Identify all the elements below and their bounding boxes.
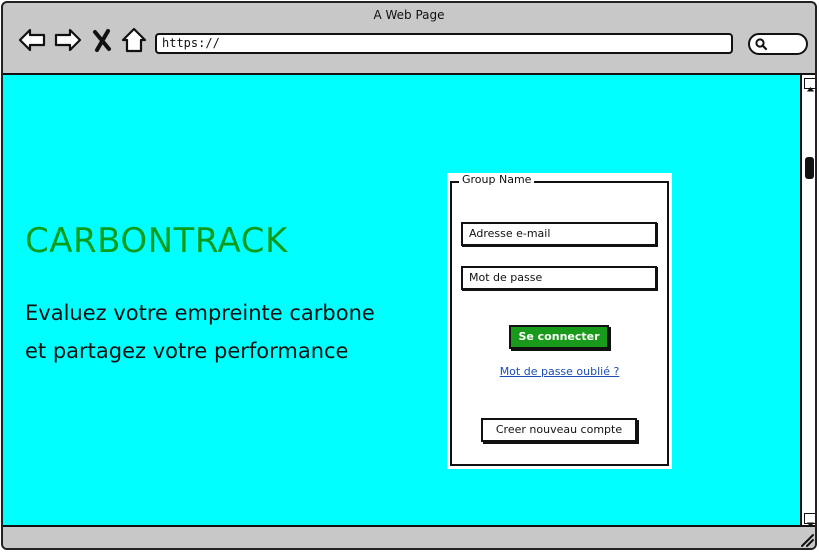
tagline-line-2: et partagez votre performance (25, 339, 349, 363)
page-content: CARBONTRACK Evaluez votre empreinte carb… (3, 73, 800, 525)
group-name-label: Group Name (459, 173, 535, 186)
triangle-up-icon (806, 87, 815, 92)
close-icon[interactable] (89, 25, 115, 55)
forgot-password-link[interactable]: Mot de passe oublié ? (447, 365, 672, 378)
browser-window: A Web Page https:// CARBONTRACK Evaluez … (1, 1, 817, 550)
vertical-scrollbar[interactable] (800, 73, 815, 527)
email-field[interactable]: Adresse e-mail (461, 222, 657, 246)
login-panel: Group Name Adresse e-mail Mot de passe S… (447, 173, 672, 469)
back-arrow-icon[interactable] (17, 25, 47, 55)
create-account-button[interactable]: Creer nouveau compte (481, 418, 637, 442)
resize-grip-icon[interactable] (799, 532, 815, 548)
login-button[interactable]: Se connecter (509, 325, 609, 349)
scroll-down-button[interactable] (804, 513, 815, 527)
search-icon (755, 38, 768, 51)
status-bar (3, 525, 815, 548)
forward-arrow-icon[interactable] (53, 25, 83, 55)
home-icon[interactable] (119, 25, 149, 55)
url-input[interactable]: https:// (155, 33, 733, 54)
scroll-thumb[interactable] (805, 157, 814, 179)
tagline-line-1: Evaluez votre empreinte carbone (25, 301, 375, 325)
window-title: A Web Page (373, 8, 445, 22)
scroll-up-button[interactable] (804, 78, 815, 92)
brand-title: CARBONTRACK (25, 221, 288, 261)
password-field[interactable]: Mot de passe (461, 266, 657, 290)
search-box[interactable] (748, 33, 808, 55)
